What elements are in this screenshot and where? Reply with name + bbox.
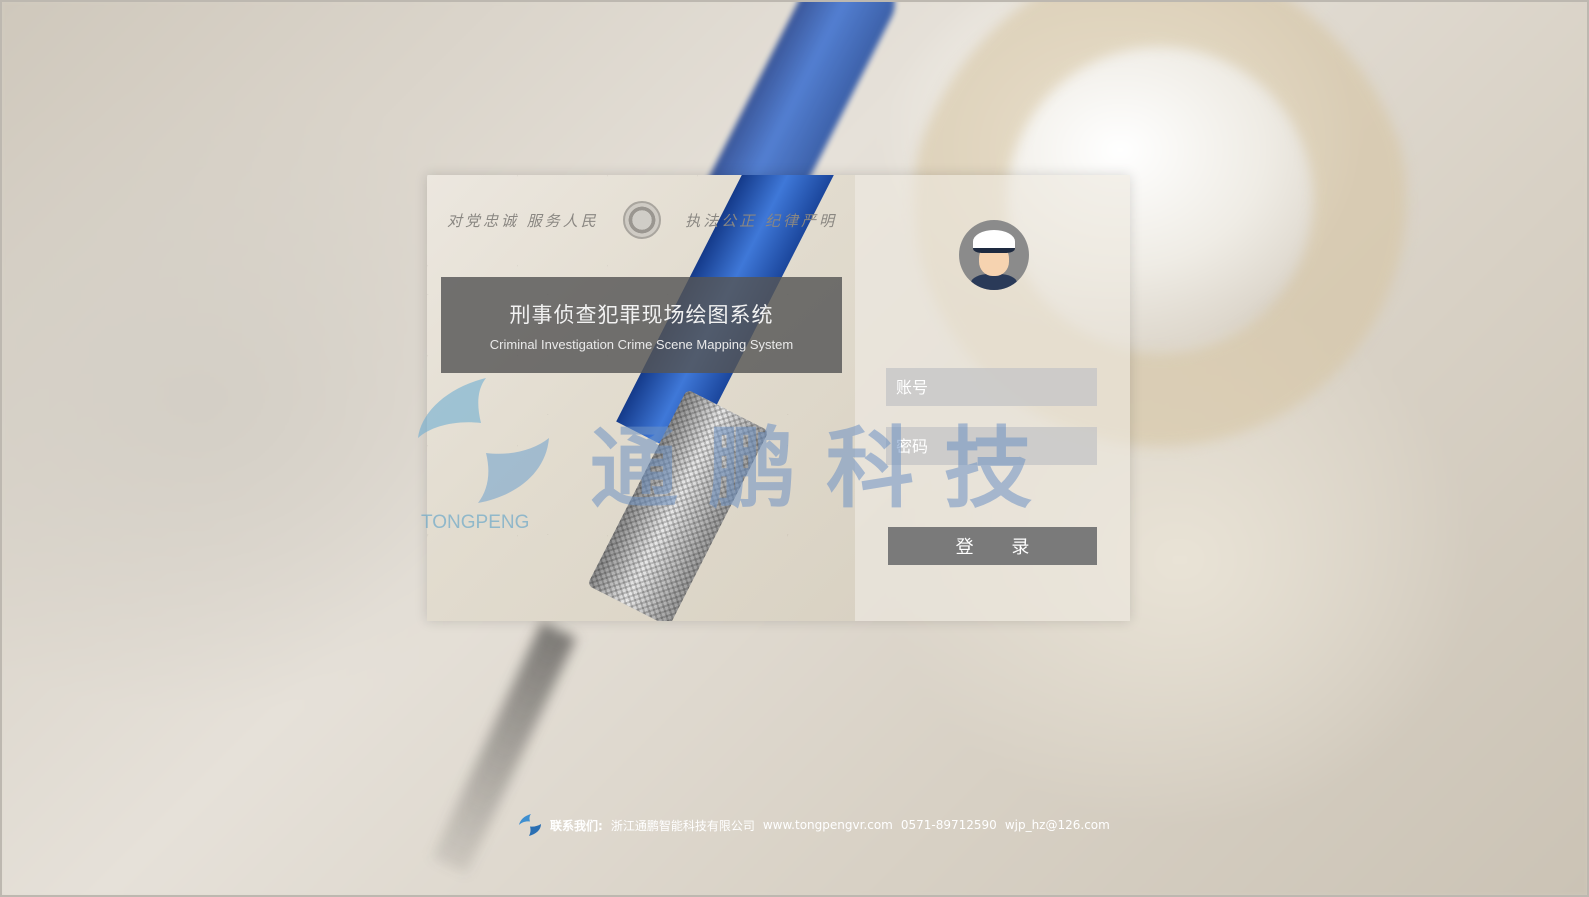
police-emblem-icon bbox=[623, 201, 661, 239]
system-title-panel: 刑事侦查犯罪现场绘图系统 Criminal Investigation Crim… bbox=[441, 277, 842, 373]
slogan-bar: 对党忠诚 服务人民 执法公正 纪律严明 bbox=[447, 201, 837, 239]
footer-website[interactable]: www.tongpengvr.com bbox=[763, 818, 893, 832]
watermark-company-cn: 通鹏科技 bbox=[590, 416, 1063, 520]
slogan-left: 对党忠诚 服务人民 bbox=[447, 211, 599, 230]
system-title-en: Criminal Investigation Crime Scene Mappi… bbox=[489, 336, 794, 352]
police-officer-avatar-icon bbox=[959, 220, 1029, 290]
login-button[interactable]: 登 录 bbox=[888, 527, 1097, 565]
tongpeng-logo-icon bbox=[418, 378, 549, 503]
footer-phone: 0571-89712590 bbox=[900, 818, 997, 832]
footer-contact-label: 联系我们: bbox=[550, 818, 603, 833]
footer-company: 浙江通鹏智能科技有限公司 bbox=[610, 818, 755, 833]
avatar-cap bbox=[973, 230, 1015, 253]
watermark-brand: TONGPENG bbox=[421, 512, 530, 533]
system-title-cn: 刑事侦查犯罪现场绘图系统 bbox=[509, 302, 774, 327]
tongpeng-footer-logo-icon bbox=[519, 814, 541, 836]
slogan-right: 执法公正 纪律严明 bbox=[685, 211, 837, 230]
avatar-uniform bbox=[971, 274, 1017, 290]
footer-email[interactable]: wjp_hz@126.com bbox=[1005, 818, 1110, 832]
footer-contact: 联系我们: 浙江通鹏智能科技有限公司 www.tongpengvr.com 05… bbox=[518, 812, 1110, 838]
